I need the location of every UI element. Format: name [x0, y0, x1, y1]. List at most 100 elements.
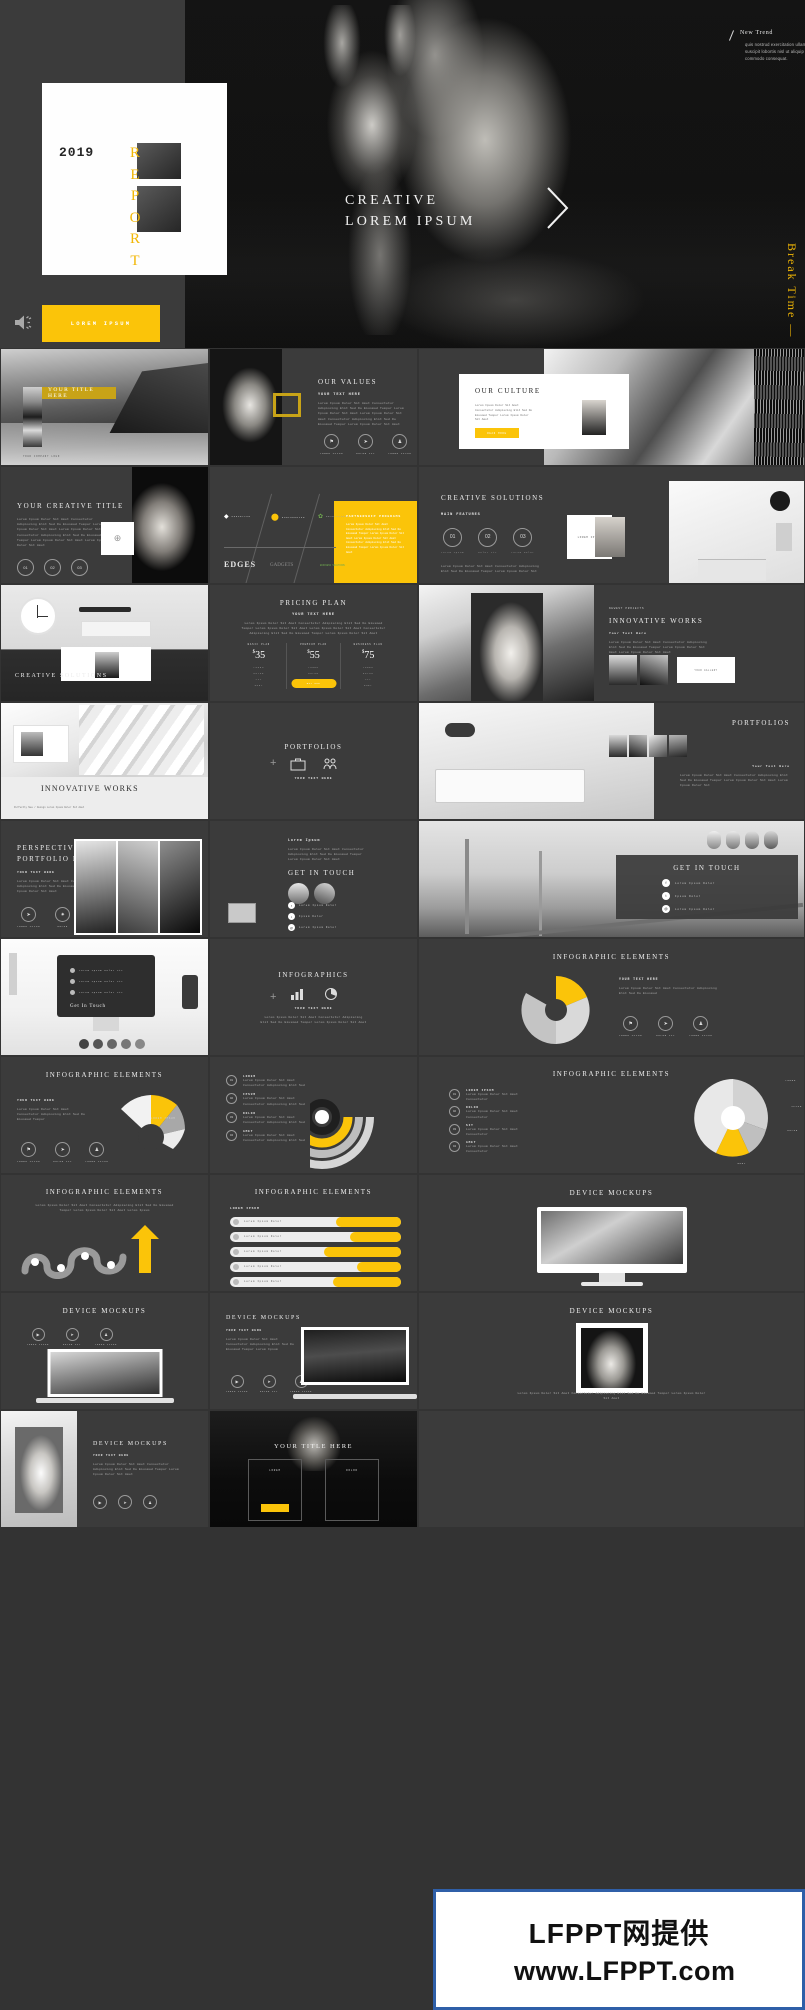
slide-thumb-edges[interactable]: PARTNERSHIP PROGRAMS Lorem Ipsum Dolor S… — [209, 466, 418, 584]
slide-thumb-our-values[interactable]: OUR VALUES YOUR TEXT HERE Lorem Ipsum Do… — [209, 348, 418, 466]
slide-thumb-innovative-works-2[interactable]: INNOVATIVE WORKS Perfectly New / Design … — [0, 702, 209, 820]
flag-icon[interactable]: ⚑ — [324, 434, 340, 449]
plus-card: ⊕ — [101, 522, 134, 555]
slide-thumb-innovative-works[interactable]: NEWEST PROJECTS INNOVATIVE WORKS Your Te… — [418, 584, 805, 702]
step-03[interactable]: 03 — [71, 559, 88, 576]
trophy-icon[interactable]: ♟ — [143, 1495, 157, 1509]
slide-title: PRICING PLAN — [279, 599, 348, 607]
get-in-touch-panel: GET IN TOUCH f Lorem Ipsum Dolor t Ipsum D… — [616, 855, 798, 919]
slide-title: YOUR TITLE HERE — [273, 1443, 354, 1450]
slide-thumb-pricing-plan[interactable]: PRICING PLAN YOUR TEXT HERE Lorem Ipsum … — [209, 584, 418, 702]
trophy-icon[interactable]: ♟ — [99, 1328, 113, 1341]
laptop-icon-row: ▶LOREM IPSUM ➤DOLOR SIT ♟LOREM IPSUM — [226, 1370, 312, 1393]
marker-label: ENGINEERING — [281, 515, 306, 519]
rocket-icon[interactable]: ➤ — [55, 1142, 71, 1157]
icon-label: LOREM IPSUM — [27, 1343, 50, 1346]
slide-thumb-our-culture[interactable]: OUR CULTURE Lorem Ipsum Dolor Sit Amet C… — [418, 348, 805, 466]
chart-icon[interactable] — [289, 987, 305, 1001]
slide-thumb-desktop-mockup[interactable]: Lorem Ipsum Dolor Sit Lorem Ipsum Dolor … — [0, 938, 209, 1056]
step-01[interactable]: 01 — [17, 559, 34, 576]
buy-now-button[interactable]: BUY NOW — [291, 679, 336, 688]
trophy-icon[interactable]: ♟ — [693, 1016, 709, 1031]
hero-cta-button[interactable]: LOREM IPSUM — [42, 305, 160, 342]
slide-thumb-get-in-touch-bridge[interactable]: GET IN TOUCH f Lorem Ipsum Dolor t Ipsum D… — [418, 820, 805, 938]
slide-thumb-creative-solutions-clock[interactable]: CREATIVE SOLUTIONS — [0, 584, 209, 702]
slide-title: OUR CULTURE — [475, 387, 541, 395]
donut-rows: 01 LOREM IPSUM Lorem Ipsum Dolor Sit Amet… — [449, 1089, 538, 1155]
imac-frame — [536, 1207, 687, 1273]
plan-column[interactable]: BASIC PLAN $35 LOREM DOLOR SIT AMET — [232, 643, 287, 689]
facebook-icon[interactable]: f — [288, 902, 295, 909]
slide-thumb-device-mockups-frame[interactable]: DEVICE MOCKUPS Lorem Ipsum Dolor Sit Ame… — [418, 1292, 805, 1410]
culture-photo — [582, 400, 606, 435]
slide-sub: YOUR TEXT HERE — [294, 1007, 333, 1010]
trophy-icon[interactable]: ♟ — [89, 1142, 105, 1157]
slide-thumb-perspective-portfolio[interactable]: PERSPECTIVE PORTFOLIO LAYOUTS YOUR TEXT … — [0, 820, 209, 938]
instagram-icon[interactable]: @ — [288, 924, 295, 931]
slide-thumb-portfolios-icons[interactable]: + PORTFOLIOS YOUR TEXT HERE — [209, 702, 418, 820]
slide-title: INFOGRAPHIC ELEMENTS — [552, 953, 671, 961]
rocket-icon[interactable]: ➤ — [658, 1016, 674, 1031]
slide-thumb-closing-title[interactable]: YOUR TITLE HERE LOREM DOLOR — [209, 1410, 418, 1528]
slide-thumb-infographic-roadmap[interactable]: INFOGRAPHIC ELEMENTS Lorem Ipsum Dolor S… — [0, 1174, 209, 1292]
read-more-button[interactable]: READ MORE — [475, 428, 519, 438]
slide-thumb-creative-solutions-features[interactable]: CREATIVE SOLUTIONS MAIN FEATURES 01 Lorem… — [418, 466, 805, 584]
slide-thumb-device-mockups-last[interactable]: DEVICE MOCKUPS YOUR TEXT HERE Lorem Ipsu… — [0, 1410, 209, 1528]
instagram-icon[interactable]: @ — [662, 905, 670, 913]
speaker-icon[interactable] — [14, 314, 33, 336]
twitter-icon[interactable]: t — [288, 913, 295, 920]
flag-icon[interactable]: ⚑ — [21, 1142, 37, 1157]
step-02[interactable]: 02 — [44, 559, 61, 576]
slide-thumb-your-creative-title[interactable]: YOUR CREATIVE TITLE Lorem Ipsum Dolor Si… — [0, 466, 209, 584]
slide-sub: MAIN FEATURES — [441, 513, 481, 517]
break-time-label: Break Time — — [785, 242, 799, 338]
twitter-icon[interactable]: t — [662, 892, 670, 900]
step-03[interactable]: 03 — [513, 527, 533, 547]
plan-column[interactable]: BUSINESS PLAN $75 LOREM DOLOR SIT AMET — [341, 643, 395, 689]
slide-thumb-device-mockups-laptop[interactable]: DEVICE MOCKUPS YOUR TEXT HERE Lorem Ipsu… — [209, 1292, 418, 1410]
slide-thumb-get-in-touch-left[interactable]: Lorem Ipsum Lorem Ipsum Dolor Sit Amet C… — [209, 820, 418, 938]
contact-label: Lorem Ipsum Dolor — [675, 881, 716, 885]
closing-left-card: LOREM — [248, 1459, 302, 1521]
pie-icon[interactable] — [323, 987, 339, 1001]
slide-thumb-infographic-donut[interactable]: INFOGRAPHIC ELEMENTS 01 LOREM IPSUM Lorem… — [418, 1056, 805, 1174]
contact-label: Lorem Ipsum Dolor — [675, 907, 716, 911]
yellow-frame-decoration — [273, 393, 301, 417]
slice-label: DOLOR — [787, 1129, 798, 1132]
slide-thumb-device-mockups-macbook[interactable]: DEVICE MOCKUPS ▶ LOREM IPSUM ➤ DOLOR SIT ♟… — [0, 1292, 209, 1410]
slide-thumb-infographic-radial[interactable]: 01 LOREM Lorem Ipsum Dolor Sit Amet Conse… — [209, 1056, 418, 1174]
gear-icon[interactable]: ✷ — [55, 907, 71, 922]
step-01[interactable]: 01 — [443, 527, 463, 547]
hero-slide[interactable]: 2019 REPORT LOREM IPSUM CREATIVE LOREM I… — [0, 0, 805, 348]
trophy-icon[interactable]: ♟ — [392, 434, 408, 449]
brand-label: BUSINESS SOLUTIONS — [320, 563, 345, 567]
rocket-icon[interactable]: ➤ — [21, 907, 37, 922]
slide-thumb-infographic-gauge[interactable]: INFOGRAPHIC ELEMENTS YOUR TEXT HERE Lore… — [0, 1056, 209, 1174]
rocket-icon[interactable]: ➤ — [118, 1495, 132, 1509]
slide-thumb-portfolios-gallery[interactable]: PORTFOLIOS Your Text Here Lorem Ipsum Do… — [418, 702, 805, 820]
rocket-icon[interactable]: ➤ — [65, 1328, 79, 1341]
rocket-icon[interactable]: ➤ — [262, 1375, 276, 1388]
play-icon[interactable]: ▶ — [31, 1328, 45, 1341]
slide-thumb-your-title-here[interactable]: YOUR TITLE HERE YOUR COMPANY LOGO — [0, 348, 209, 466]
avatar — [707, 831, 721, 849]
slide-thumb-infographics[interactable]: + INFOGRAPHICS YOUR TEXT HERE Lorem Ipsu… — [209, 938, 418, 1056]
your-title-here-banner: YOUR TITLE HERE — [42, 387, 116, 399]
flag-icon[interactable]: ⚑ — [623, 1016, 639, 1031]
plan-feature: AMET — [254, 684, 264, 687]
slide-thumb-infographic-pie[interactable]: INFOGRAPHIC ELEMENTS YOUR TEXT HERE Lore… — [418, 938, 805, 1056]
briefcase-icon[interactable] — [290, 757, 306, 771]
slide-thumb-device-mockups-imac[interactable]: DEVICE MOCKUPS — [418, 1174, 805, 1292]
play-icon[interactable]: ▶ — [230, 1375, 244, 1388]
people-icon[interactable] — [322, 757, 338, 771]
slide-title: CREATIVE SOLUTIONS — [441, 494, 545, 502]
marker-label: MARKETING — [231, 515, 251, 518]
facebook-icon[interactable]: f — [662, 879, 670, 887]
grid-row-1: YOUR TITLE HERE YOUR COMPANY LOGO OUR VA… — [0, 348, 805, 466]
rocket-icon[interactable]: ➤ — [358, 434, 374, 449]
slide-thumb-infographic-bars[interactable]: INFOGRAPHIC ELEMENTS LOREM IPSUM Lorem I… — [209, 1174, 418, 1292]
next-slide-button[interactable] — [545, 185, 571, 231]
step-02[interactable]: 02 — [478, 527, 498, 547]
slide-title: PORTFOLIOS — [732, 719, 790, 727]
play-icon[interactable]: ▶ — [93, 1495, 107, 1509]
